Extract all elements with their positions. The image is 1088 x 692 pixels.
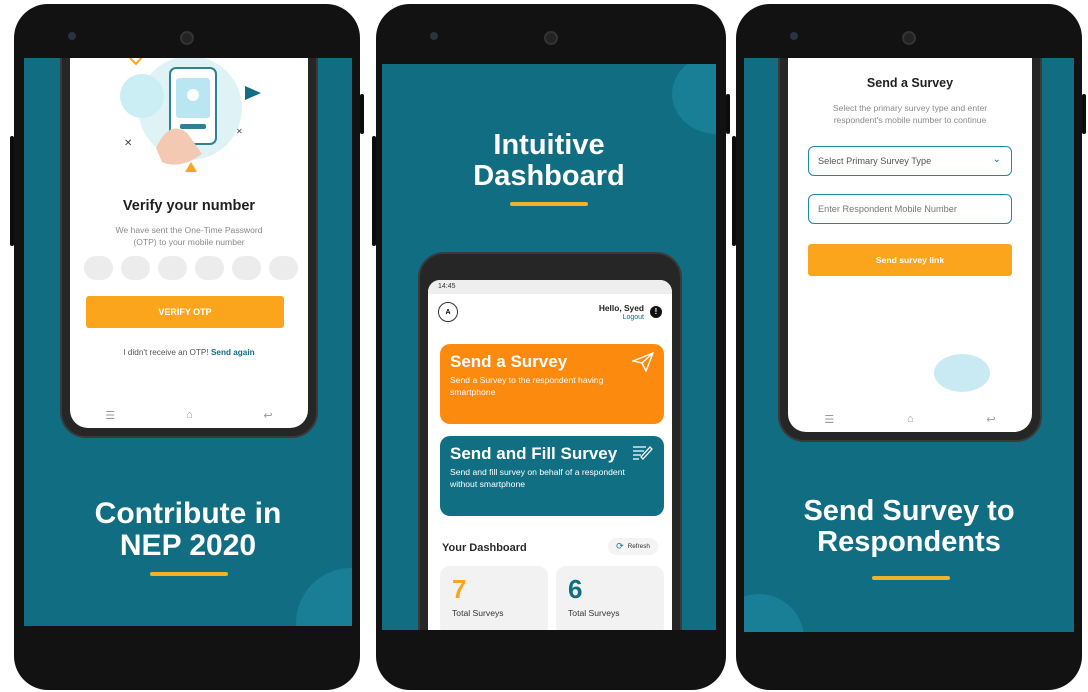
power-button [726,94,730,134]
stat-label-2: Total Surveys [568,608,620,618]
otp-input-row[interactable] [84,256,298,280]
back-icon[interactable]: ↩ [263,409,272,422]
front-camera [430,32,438,40]
verify-heading: Verify your number [122,198,256,214]
home-icon[interactable]: ⌂ [186,409,193,421]
inner-phone-dashboard: 14:45 A Hello, Syed Logout ! Send a Surv… [418,252,682,630]
resend-text: I didn't receive an OTP! [123,348,209,357]
respondent-mobile-input[interactable]: Enter Respondent Mobile Number [808,194,1012,224]
title-underline [510,202,588,206]
panel-dashboard: Intuitive Dashboard 14:45 A Hello, Syed … [382,64,716,630]
resend-row: I didn't receive an OTP! Send again [70,348,308,357]
decor-blob [672,64,716,134]
primary-survey-type-select[interactable]: Select Primary Survey Type ⌄ [808,146,1012,176]
decor-blob [296,568,352,626]
title-line-1: Contribute in [94,497,282,530]
status-time: 14:45 [438,283,456,290]
earpiece [544,31,558,45]
edit-icon [632,444,654,467]
otp-digit-6[interactable] [269,256,298,280]
title-line-2: NEP 2020 [119,529,257,563]
send-survey-screen: Send a Survey Select the primary survey … [788,58,1032,432]
panel-contribute: ✕ ✕ Verify your number We have sent the … [24,58,352,626]
verify-description: We have sent the One-Time Password (OTP)… [70,224,308,249]
stat-value-1: 7 [452,574,467,604]
power-button [360,94,364,134]
inner-phone-verify: ✕ ✕ Verify your number We have sent the … [60,58,318,438]
verify-otp-button[interactable]: VERIFY OTP [86,296,284,328]
send-survey-link-button[interactable]: Send survey link [808,244,1012,276]
earpiece [902,31,916,45]
svg-text:✕: ✕ [124,138,132,149]
otp-digit-2[interactable] [121,256,150,280]
send-survey-heading: Send a Survey [866,76,954,90]
send-survey-card-title: Send a Survey [450,352,568,371]
volume-button [372,136,376,246]
panel-dashboard-title: Intuitive Dashboard [382,129,716,193]
dashboard-screen: 14:45 A Hello, Syed Logout ! Send a Surv… [428,280,672,630]
refresh-icon: ⟳ [616,541,624,551]
otp-digit-4[interactable] [195,256,224,280]
avatar-initials: A [445,308,451,316]
android-nav-bar: ☰ ⌂ ↩ [70,402,308,428]
title-line-1: Intuitive [493,129,605,161]
earpiece [180,31,194,45]
svg-text:✕: ✕ [236,127,243,136]
home-icon[interactable]: ⌂ [907,413,914,425]
back-icon[interactable]: ↩ [986,413,995,426]
send-desc-line2: respondent's mobile number to continue [833,115,987,126]
menu-icon[interactable]: ☰ [824,413,834,426]
paper-plane-icon [630,351,655,377]
avatar[interactable]: A [438,302,458,322]
title-line-2: Respondents [817,526,1001,559]
send-desc-line1: Select the primary survey type and enter [832,103,988,113]
inner-phone-send: Send a Survey Select the primary survey … [778,58,1042,442]
greeting-text: Hello, Syed [598,303,644,313]
send-fill-survey-card[interactable]: Send and Fill Survey Send and fill surve… [440,436,664,516]
verify-desc-line2: (OTP) to your mobile number [133,237,245,248]
verify-desc-line1: We have sent the One-Time Password [115,225,263,235]
power-button [1082,94,1086,134]
user-greeting: Hello, Syed Logout [598,303,644,322]
stat-value-2: 6 [568,574,583,604]
otp-digit-1[interactable] [84,256,113,280]
chevron-down-icon: ⌄ [992,154,1001,165]
send-survey-card[interactable]: Send a Survey Send a Survey to the respo… [440,344,664,424]
stat-card-2[interactable]: 6 Total Surveys [556,566,664,630]
decor-blob [744,594,804,632]
status-bar: 14:45 [428,280,672,294]
title-underline [872,576,950,580]
logout-link[interactable]: Logout [599,314,644,322]
panel-contribute-title: Contribute in NEP 2020 [24,497,352,563]
panel-send-survey: Send a Survey Select the primary survey … [744,58,1074,632]
title-underline [150,572,228,576]
send-fill-card-desc: Send and fill survey on behalf of a resp… [450,467,625,489]
verify-illustration: ✕ ✕ [70,58,308,188]
refresh-button[interactable]: ⟳ Refresh [608,538,658,555]
otp-digit-3[interactable] [158,256,187,280]
menu-icon[interactable]: ☰ [105,409,115,422]
stat-card-1[interactable]: 7 Total Surveys [440,566,548,630]
info-icon[interactable]: ! [650,306,662,318]
stat-label-1: Total Surveys [452,608,504,618]
front-camera [68,32,76,40]
send-survey-description: Select the primary survey type and enter… [788,102,1032,127]
select-value: Select Primary Survey Type [818,156,932,166]
volume-button [732,136,736,246]
title-line-1: Send Survey to [803,495,1015,527]
front-camera [790,32,798,40]
verify-screen: ✕ ✕ Verify your number We have sent the … [70,58,308,428]
send-survey-card-desc: Send a Survey to the respondent having s… [450,375,604,397]
volume-button [10,136,14,246]
your-dashboard-heading: Your Dashboard [442,542,527,554]
panel-send-survey-title: Send Survey to Respondents [744,495,1074,559]
otp-digit-5[interactable] [232,256,261,280]
title-line-2: Dashboard [473,160,625,193]
refresh-label: Refresh [627,543,650,550]
send-fill-card-title: Send and Fill Survey [450,444,618,463]
send-again-link[interactable]: Send again [211,348,255,357]
android-nav-bar: ☰ ⌂ ↩ [788,406,1032,432]
decor-bubble [934,354,990,392]
mobile-placeholder: Enter Respondent Mobile Number [818,204,957,214]
